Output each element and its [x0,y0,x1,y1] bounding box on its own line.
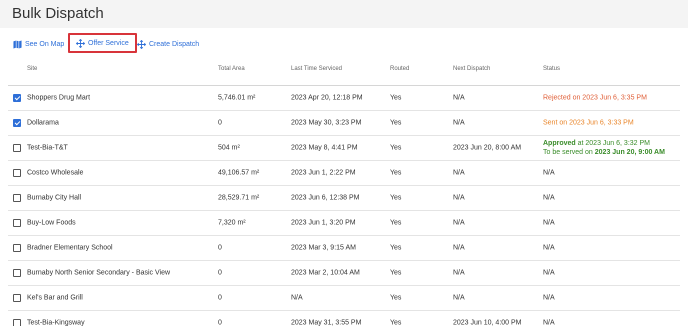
site-cell: Burnaby City Hall [27,194,82,201]
column-header-last-serviced[interactable]: Last Time Serviced [291,66,342,72]
total-area-cell: 0 [218,294,222,301]
status-cell: N/A [543,219,555,226]
site-cell: Costco Wholesale [27,169,84,176]
routed-cell: Yes [390,319,402,326]
next-dispatch-cell: N/A [453,94,465,101]
last-serviced-cell: 2023 Mar 2, 10:04 AM [291,269,360,276]
map-icon [13,39,22,49]
last-serviced-cell: 2023 Apr 20, 12:18 PM [291,94,363,101]
routed-cell: Yes [390,294,402,301]
next-dispatch-cell: N/A [453,169,465,176]
total-area-cell: 7,320 m² [218,219,246,226]
row-checkbox[interactable] [13,218,21,227]
last-serviced-cell: 2023 Mar 3, 9:15 AM [291,244,356,251]
last-serviced-cell: 2023 Jun 1, 2:22 PM [291,169,356,176]
see-on-map-label: See On Map [25,40,65,48]
row-checkbox[interactable] [13,243,21,252]
site-cell: Kel's Bar and Grill [27,294,83,301]
routed-cell: Yes [390,194,402,201]
status-cell: Rejected on 2023 Jun 6, 3:35 PM [543,94,647,101]
routed-cell: Yes [390,144,402,151]
site-cell: Shoppers Drug Mart [27,94,91,101]
status-cell: Approved at 2023 Jun 6, 3:32 PM To be ser… [543,139,665,156]
column-header-total-area[interactable]: Total Area [218,66,245,72]
site-cell: Buy-Low Foods [27,219,76,226]
table-row[interactable]: Burnaby City Hall 28,529.71 m² 2023 Jun 6,… [8,185,680,209]
table-row[interactable]: Bradner Elementary School 0 2023 Mar 3, 9:… [8,235,680,259]
last-serviced-cell: 2023 Jun 1, 3:20 PM [291,219,356,226]
total-area-cell: 28,529.71 m² [218,194,260,201]
table-row[interactable]: Buy-Low Foods 7,320 m² 2023 Jun 1, 3:20 PM… [8,210,680,234]
offer-icon [76,38,85,48]
create-dispatch-button[interactable]: Create Dispatch [137,37,199,51]
row-checkbox[interactable] [13,118,21,127]
status-cell: N/A [543,269,555,276]
routed-cell: Yes [390,219,402,226]
title-bar: Bulk Dispatch [0,0,688,28]
last-serviced-cell: 2023 May 30, 3:23 PM [291,119,362,126]
status-cell: N/A [543,244,555,251]
last-serviced-cell: 2023 May 8, 4:41 PM [291,144,358,151]
total-area-cell: 5,746.01 m² [218,94,256,101]
status-cell: Sent on 2023 Jun 6, 3:33 PM [543,119,634,126]
last-serviced-cell: 2023 May 31, 3:55 PM [291,319,362,326]
create-icon [137,39,146,49]
next-dispatch-cell: N/A [453,269,465,276]
site-cell: Test-Bia-Kingsway [27,319,85,326]
total-area-cell: 0 [218,319,222,326]
table-row[interactable]: Dollarama 0 2023 May 30, 3:23 PM Yes N/A Sent… [8,110,680,134]
table-row[interactable]: Test-Bia-Kingsway 0 2023 May 31, 3:55 PM Ye… [8,310,680,326]
routed-cell: Yes [390,244,402,251]
row-checkbox[interactable] [13,193,21,202]
offer-service-button[interactable]: Offer Service [68,33,137,53]
row-checkbox[interactable] [13,143,21,152]
next-dispatch-cell: N/A [453,194,465,201]
column-header-routed[interactable]: Routed [390,66,409,72]
create-dispatch-label: Create Dispatch [149,40,200,48]
next-dispatch-cell: N/A [453,119,465,126]
total-area-cell: 49,106.57 m² [218,169,260,176]
table-row[interactable]: Costco Wholesale 49,106.57 m² 2023 Jun 1, … [8,160,680,184]
row-checkbox[interactable] [13,293,21,302]
table-row[interactable]: Test-Bia-T&T 504 m² 2023 May 8, 4:41 PM Yes… [8,135,680,159]
status-cell: N/A [543,169,555,176]
row-checkbox[interactable] [13,268,21,277]
offer-service-label: Offer Service [88,39,129,47]
column-header-site[interactable]: Site [27,66,37,72]
table-row[interactable]: Kel's Bar and Grill 0 N/A Yes N/A N/A [8,285,680,309]
next-dispatch-cell: N/A [453,244,465,251]
total-area-cell: 504 m² [218,144,240,151]
routed-cell: Yes [390,169,402,176]
row-checkbox[interactable] [13,168,21,177]
routed-cell: Yes [390,94,402,101]
status-cell: N/A [543,194,555,201]
next-dispatch-cell: 2023 Jun 20, 8:00 AM [453,144,522,151]
see-on-map-button[interactable]: See On Map [13,37,64,51]
routed-cell: Yes [390,269,402,276]
table-row[interactable]: Shoppers Drug Mart 5,746.01 m² 2023 Apr 20… [8,85,680,109]
next-dispatch-cell: 2023 Jun 10, 4:00 PM [453,319,522,326]
column-header-next-dispatch[interactable]: Next Dispatch [453,66,490,72]
table-row[interactable]: Burnaby North Senior Secondary - Basic V… [8,260,680,284]
total-area-cell: 0 [218,119,222,126]
routed-cell: Yes [390,119,402,126]
status-cell: N/A [543,319,555,326]
row-checkbox[interactable] [13,318,21,326]
status-cell: N/A [543,294,555,301]
last-serviced-cell: N/A [291,294,303,301]
page-title: Bulk Dispatch [12,5,104,22]
site-cell: Bradner Elementary School [27,244,113,251]
site-cell: Dollarama [27,119,59,126]
total-area-cell: 0 [218,269,222,276]
next-dispatch-cell: N/A [453,219,465,226]
total-area-cell: 0 [218,244,222,251]
site-cell: Burnaby North Senior Secondary - Basic V… [27,269,171,276]
site-cell: Test-Bia-T&T [27,144,68,151]
column-header-status[interactable]: Status [543,66,560,72]
last-serviced-cell: 2023 Jun 6, 12:38 PM [291,194,360,201]
row-checkbox[interactable] [13,93,21,102]
next-dispatch-cell: N/A [453,294,465,301]
